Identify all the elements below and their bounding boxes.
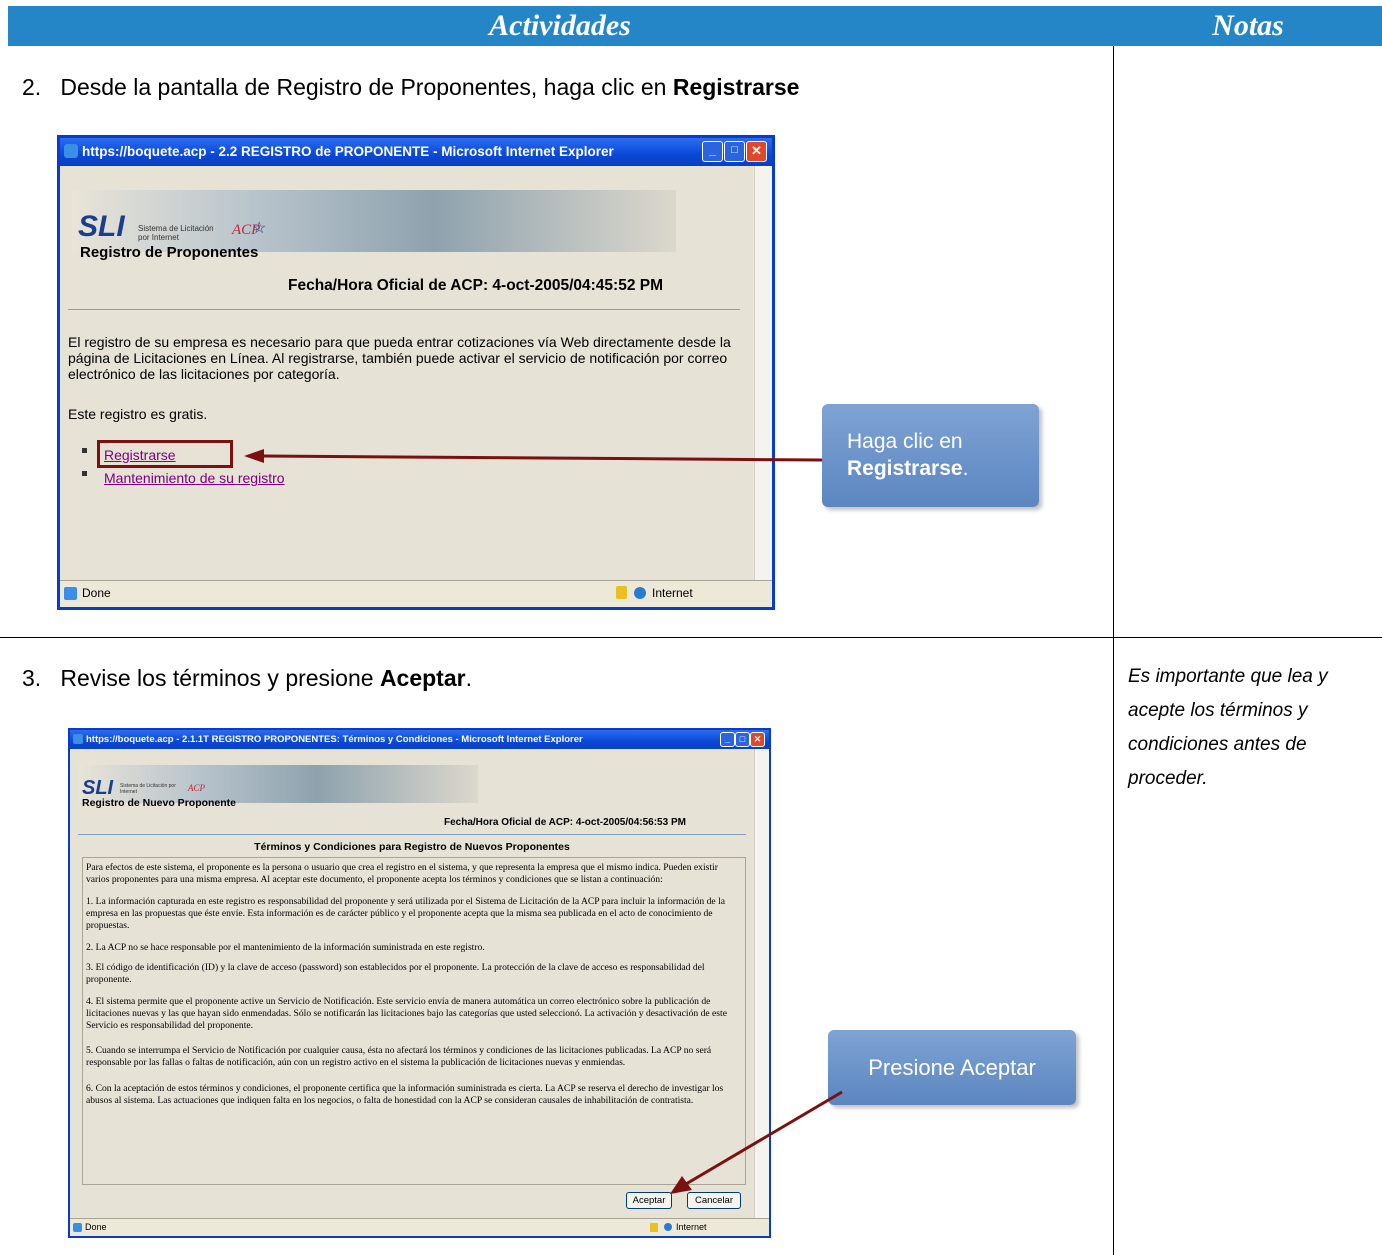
arrow-to-registrarse [261, 454, 823, 462]
arrows-layer [244, 449, 843, 1194]
arrowhead-icon [670, 1176, 692, 1194]
arrowhead-icon [244, 449, 264, 463]
arrow-to-aceptar [685, 1090, 843, 1186]
